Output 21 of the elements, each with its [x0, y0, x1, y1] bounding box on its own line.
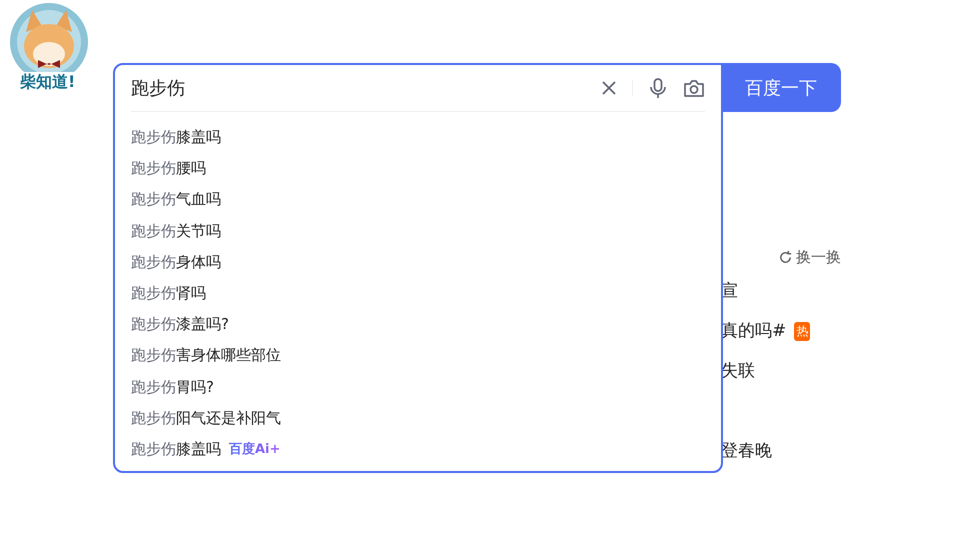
suggestion-item[interactable]: 跑步伤阳气还是补阳气 [131, 408, 281, 428]
suggestion-item[interactable]: 跑步伤关节吗 [131, 222, 221, 241]
refresh-button[interactable]: 换一换 [778, 248, 841, 267]
refresh-icon [778, 250, 793, 265]
hot-item[interactable]: 登春晚 [721, 439, 772, 462]
suggestion-item[interactable]: 跑步伤气血吗 [131, 190, 221, 210]
suggestion-item[interactable]: 跑步伤害身体哪些部位 [131, 346, 281, 366]
suggestion-item[interactable]: 跑步伤肾吗 [131, 284, 206, 304]
suggestion-item[interactable]: 跑步伤胃吗? [131, 378, 214, 397]
microphone-icon[interactable] [647, 77, 669, 99]
suggestion-item[interactable]: 跑步伤身体吗 [131, 252, 221, 272]
suggestion-item[interactable]: 跑步伤膝盖吗 [131, 128, 221, 148]
suggestion-item[interactable]: 跑步伤腰吗 [131, 159, 206, 178]
search-field[interactable]: 跑步伤 [131, 78, 584, 98]
suggestion-item[interactable]: 跑步伤漆盖吗? [131, 315, 229, 334]
hot-item[interactable]: 真的吗# [721, 319, 786, 342]
hot-badge: 热 [794, 322, 810, 341]
search-button[interactable]: 百度一下 [721, 63, 841, 112]
hot-item[interactable]: 失联 [721, 359, 755, 382]
suggestion-item[interactable]: 跑步伤膝盖吗 [131, 440, 221, 459]
camera-icon[interactable] [683, 77, 705, 99]
